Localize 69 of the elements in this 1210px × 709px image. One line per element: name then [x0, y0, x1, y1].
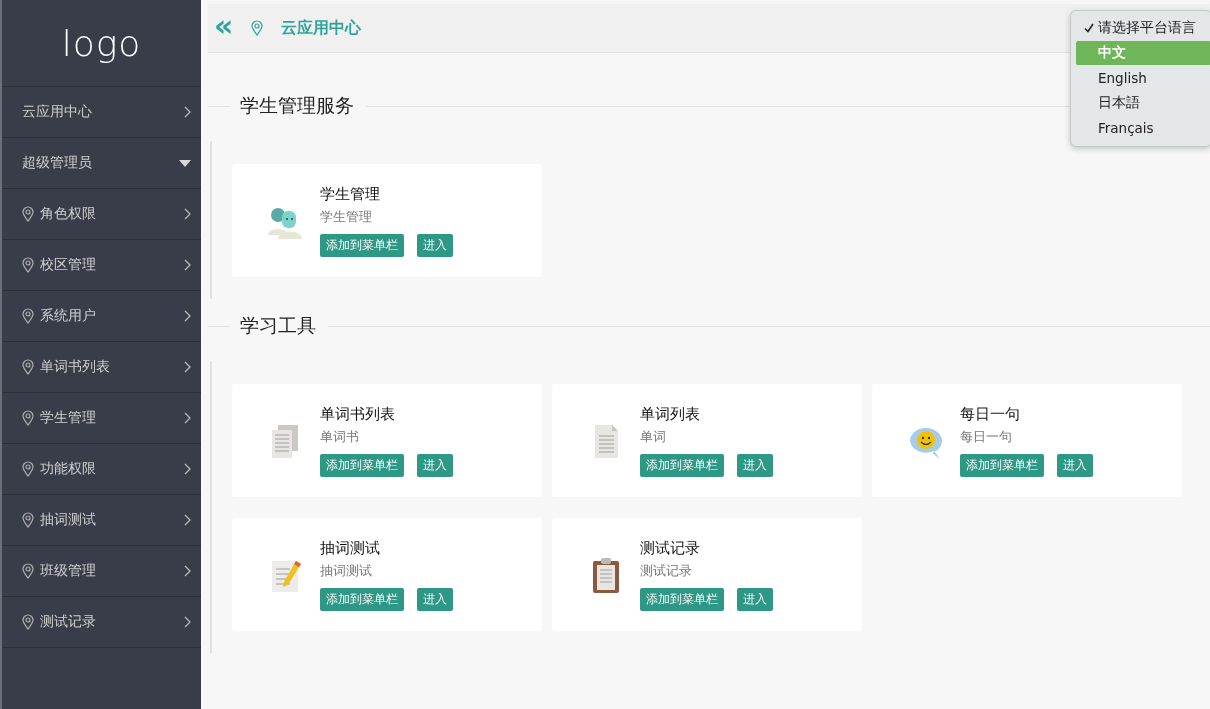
language-option[interactable]: Français — [1076, 116, 1210, 140]
chevron-right-icon — [184, 208, 191, 220]
location-pin-icon — [22, 257, 34, 273]
app-subtitle: 测试记录 — [640, 561, 693, 580]
language-label: Français — [1098, 120, 1154, 136]
app-subtitle: 抽词测试 — [320, 561, 373, 580]
language-option[interactable]: English — [1076, 66, 1210, 90]
add-to-menu-button[interactable]: 添加到菜单栏 — [320, 587, 404, 611]
chevron-right-icon — [184, 310, 191, 322]
sidebar-item[interactable]: 单词书列表 — [2, 342, 201, 393]
sidebar-item[interactable]: 学生管理 — [2, 393, 201, 444]
sidebar-item[interactable]: 功能权限 — [2, 444, 201, 495]
sidebar-item[interactable]: 角色权限 — [2, 189, 201, 240]
location-pin-icon — [22, 614, 34, 630]
add-to-menu-button[interactable]: 添加到菜单栏 — [640, 587, 724, 611]
location-pin-icon — [22, 461, 34, 477]
add-to-menu-button[interactable]: 添加到菜单栏 — [320, 233, 404, 257]
location-pin-icon — [22, 308, 34, 324]
enter-button[interactable]: 进入 — [417, 233, 453, 257]
app-name: 抽词测试 — [320, 538, 381, 558]
location-pin-icon — [22, 359, 34, 375]
language-option[interactable]: 请选择平台语言 — [1076, 16, 1210, 40]
caret-down-icon — [179, 159, 191, 167]
chevron-right-icon — [184, 106, 191, 118]
section-title: 学生管理服务 — [240, 93, 354, 118]
sidebar-item[interactable]: 测试记录 — [2, 597, 201, 648]
app-name: 学生管理 — [320, 184, 381, 204]
app-subtitle: 单词 — [640, 427, 667, 446]
enter-button[interactable]: 进入 — [1057, 453, 1093, 477]
app-subtitle: 学生管理 — [320, 207, 373, 226]
add-to-menu-button[interactable]: 添加到菜单栏 — [960, 453, 1044, 477]
chevron-right-icon — [184, 514, 191, 526]
enter-button[interactable]: 进入 — [737, 453, 773, 477]
logo: logo — [60, 21, 143, 66]
chevron-right-icon — [184, 412, 191, 424]
app-name: 单词书列表 — [320, 404, 396, 424]
breadcrumb: 云应用中心 — [281, 17, 362, 39]
chevron-right-icon — [184, 565, 191, 577]
location-pin-icon — [22, 563, 34, 579]
add-to-menu-button[interactable]: 添加到菜单栏 — [640, 453, 724, 477]
sidebar-item[interactable]: 云应用中心 — [2, 87, 201, 138]
app-name: 每日一句 — [960, 404, 1021, 424]
language-label: 请选择平台语言 — [1098, 19, 1196, 37]
app-subtitle: 单词书 — [320, 427, 360, 446]
chevron-right-icon — [184, 361, 191, 373]
language-label: 中文 — [1098, 44, 1126, 62]
sidebar-item[interactable]: 校区管理 — [2, 240, 201, 291]
app-subtitle: 每日一句 — [960, 427, 1013, 446]
app-name: 单词列表 — [640, 404, 701, 424]
section-title: 学习工具 — [240, 313, 316, 338]
sidebar-item[interactable]: 班级管理 — [2, 546, 201, 597]
sidebar-item[interactable]: 抽词测试 — [2, 495, 201, 546]
chevron-right-icon — [184, 616, 191, 628]
language-label: English — [1098, 70, 1147, 86]
sidebar-item[interactable]: 系统用户 — [2, 291, 201, 342]
sidebar-item[interactable]: 超级管理员 — [2, 138, 201, 189]
add-to-menu-button[interactable]: 添加到菜单栏 — [320, 453, 404, 477]
location-pin-icon — [22, 206, 34, 222]
location-pin-icon — [22, 512, 34, 528]
enter-button[interactable]: 进入 — [417, 587, 453, 611]
enter-button[interactable]: 进入 — [737, 587, 773, 611]
enter-button[interactable]: 进入 — [417, 453, 453, 477]
app-name: 测试记录 — [640, 538, 701, 558]
language-label: 日本語 — [1098, 94, 1140, 112]
location-pin-icon — [22, 410, 34, 426]
chevron-right-icon — [184, 463, 191, 475]
language-option[interactable]: 日本語 — [1076, 91, 1210, 115]
chevron-right-icon — [184, 259, 191, 271]
location-pin-icon — [251, 20, 264, 36]
